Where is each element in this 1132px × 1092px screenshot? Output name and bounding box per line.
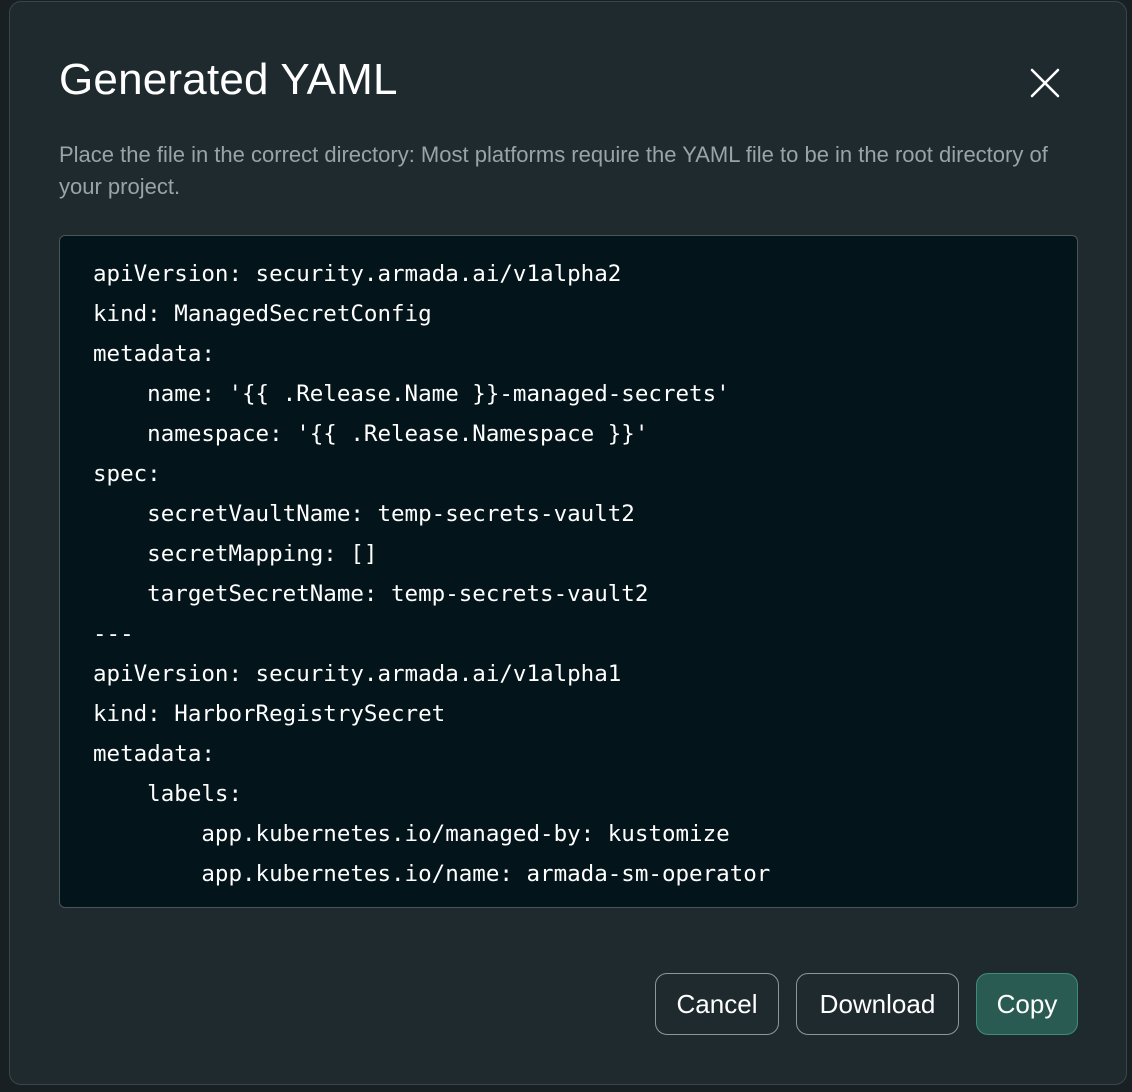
yaml-line: ---	[93, 621, 134, 647]
close-button[interactable]	[1022, 60, 1068, 106]
yaml-line: apiVersion: security.armada.ai/v1alpha2	[93, 261, 622, 287]
yaml-line: app.kubernetes.io/name: armada-sm-operat…	[93, 861, 771, 887]
yaml-line: app.kubernetes.io/managed-by: kustomize	[93, 821, 730, 847]
dialog-title: Generated YAML	[59, 55, 398, 104]
yaml-line: namespace: '{{ .Release.Namespace }}'	[93, 421, 649, 447]
yaml-line: kind: HarborRegistrySecret	[93, 701, 446, 727]
yaml-line: name: '{{ .Release.Name }}-managed-secre…	[93, 381, 730, 407]
yaml-line: kind: ManagedSecretConfig	[93, 301, 432, 327]
yaml-line: apiVersion: security.armada.ai/v1alpha1	[93, 661, 622, 687]
yaml-code: apiVersion: security.armada.ai/v1alpha2 k…	[93, 254, 770, 894]
yaml-line: secretMapping: []	[93, 541, 378, 567]
close-icon	[1030, 68, 1060, 98]
yaml-line: metadata:	[93, 341, 215, 367]
yaml-line: targetSecretName: temp-secrets-vault2	[93, 581, 649, 607]
yaml-line: spec:	[93, 461, 161, 487]
download-button[interactable]: Download	[796, 973, 959, 1035]
copy-button[interactable]: Copy	[976, 973, 1078, 1035]
yaml-code-block[interactable]: apiVersion: security.armada.ai/v1alpha2 k…	[59, 235, 1078, 908]
cancel-button[interactable]: Cancel	[655, 973, 779, 1035]
yaml-line: labels:	[93, 781, 243, 807]
dialog-description: Place the file in the correct directory:…	[59, 142, 1048, 199]
generated-yaml-dialog: Generated YAML Place the file in the cor…	[9, 1, 1127, 1085]
yaml-line: secretVaultName: temp-secrets-vault2	[93, 501, 635, 527]
yaml-line: metadata:	[93, 741, 215, 767]
